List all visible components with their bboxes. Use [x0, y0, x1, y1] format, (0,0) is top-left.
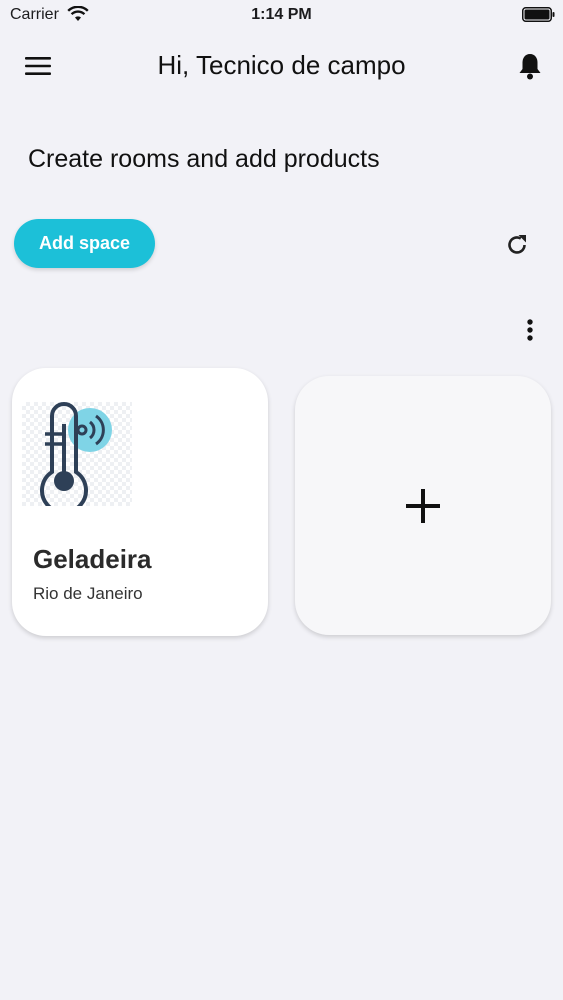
- add-room-card[interactable]: [295, 376, 551, 635]
- bell-icon: [519, 54, 541, 80]
- add-space-button[interactable]: Add space: [14, 219, 155, 268]
- hamburger-menu-icon: [25, 57, 51, 75]
- refresh-icon: [508, 235, 526, 254]
- page-title: Hi, Tecnico de campo: [157, 50, 406, 80]
- status-bar: Carrier 1:14 PM: [0, 0, 563, 30]
- room-name: Geladeira: [33, 544, 152, 574]
- status-time: 1:14 PM: [251, 6, 312, 23]
- thermometer-wireless-icon: [22, 402, 132, 515]
- notifications-button[interactable]: [514, 50, 546, 82]
- plus-icon: [295, 376, 551, 635]
- menu-button[interactable]: [22, 52, 54, 80]
- more-options-button[interactable]: [518, 314, 542, 346]
- battery-icon: [522, 7, 555, 22]
- more-vertical-icon: [527, 319, 533, 341]
- room-location: Rio de Janeiro: [33, 584, 143, 603]
- home-screen: Carrier 1:14 PM Hi, Tecnico de campo Cre…: [0, 0, 563, 1000]
- section-subtitle: Create rooms and add products: [28, 145, 380, 173]
- room-card-geladeira[interactable]: Geladeira Rio de Janeiro: [12, 368, 268, 636]
- refresh-button[interactable]: [500, 228, 534, 262]
